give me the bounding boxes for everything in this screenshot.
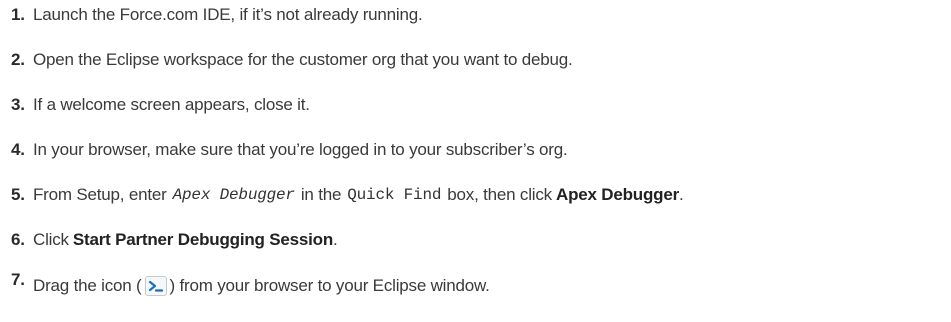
step-text-pre: From Setup, enter xyxy=(33,185,167,204)
step-text-end: . xyxy=(679,185,684,204)
step-text-post: ) from your browser to your Eclipse wind… xyxy=(169,276,490,295)
step-text: If a welcome screen appears, close it. xyxy=(33,95,310,114)
step-number: 1. xyxy=(11,5,25,24)
step-4: 4. In your browser, make sure that you’r… xyxy=(0,138,568,162)
step-6: 6. Click Start Partner Debugging Session… xyxy=(0,228,338,252)
step-text-pre: Click xyxy=(33,230,69,249)
step-text-end: . xyxy=(333,230,338,249)
ui-label-start-partner-debugging-session: Start Partner Debugging Session xyxy=(72,230,334,249)
step-text: Drag the icon ( ) from your browser to y… xyxy=(33,276,490,296)
step-text: From Setup, enter Apex Debugger in the Q… xyxy=(33,185,684,205)
step-1: 1. Launch the Force.com IDE, if it’s not… xyxy=(0,3,423,27)
step-text: Launch the Force.com IDE, if it’s not al… xyxy=(33,5,423,24)
code-term-apex-debugger: Apex Debugger xyxy=(172,186,295,204)
step-text-pre: Drag the icon ( xyxy=(33,276,142,295)
step-text: In your browser, make sure that you’re l… xyxy=(33,140,568,159)
step-number: 7. xyxy=(11,270,25,289)
step-text: Open the Eclipse workspace for the custo… xyxy=(33,50,573,69)
step-number: 4. xyxy=(11,140,25,159)
terminal-prompt-icon xyxy=(144,276,167,296)
step-5: 5. From Setup, enter Apex Debugger in th… xyxy=(0,183,684,207)
ui-label-apex-debugger: Apex Debugger xyxy=(556,185,680,204)
step-text-mid: in the xyxy=(300,185,342,204)
step-text-post: box, then click xyxy=(447,185,552,204)
step-2: 2. Open the Eclipse workspace for the cu… xyxy=(0,48,573,72)
step-number: 2. xyxy=(11,50,25,69)
step-7: 7. Drag the icon ( ) from your browser t… xyxy=(0,270,490,298)
step-number: 6. xyxy=(11,230,25,249)
step-number: 5. xyxy=(11,185,25,204)
step-number: 3. xyxy=(11,95,25,114)
step-3: 3. If a welcome screen appears, close it… xyxy=(0,93,310,117)
step-text: Click Start Partner Debugging Session. xyxy=(33,230,338,250)
instruction-list: 1. Launch the Force.com IDE, if it’s not… xyxy=(0,0,951,322)
code-term-quick-find: Quick Find xyxy=(347,186,442,204)
